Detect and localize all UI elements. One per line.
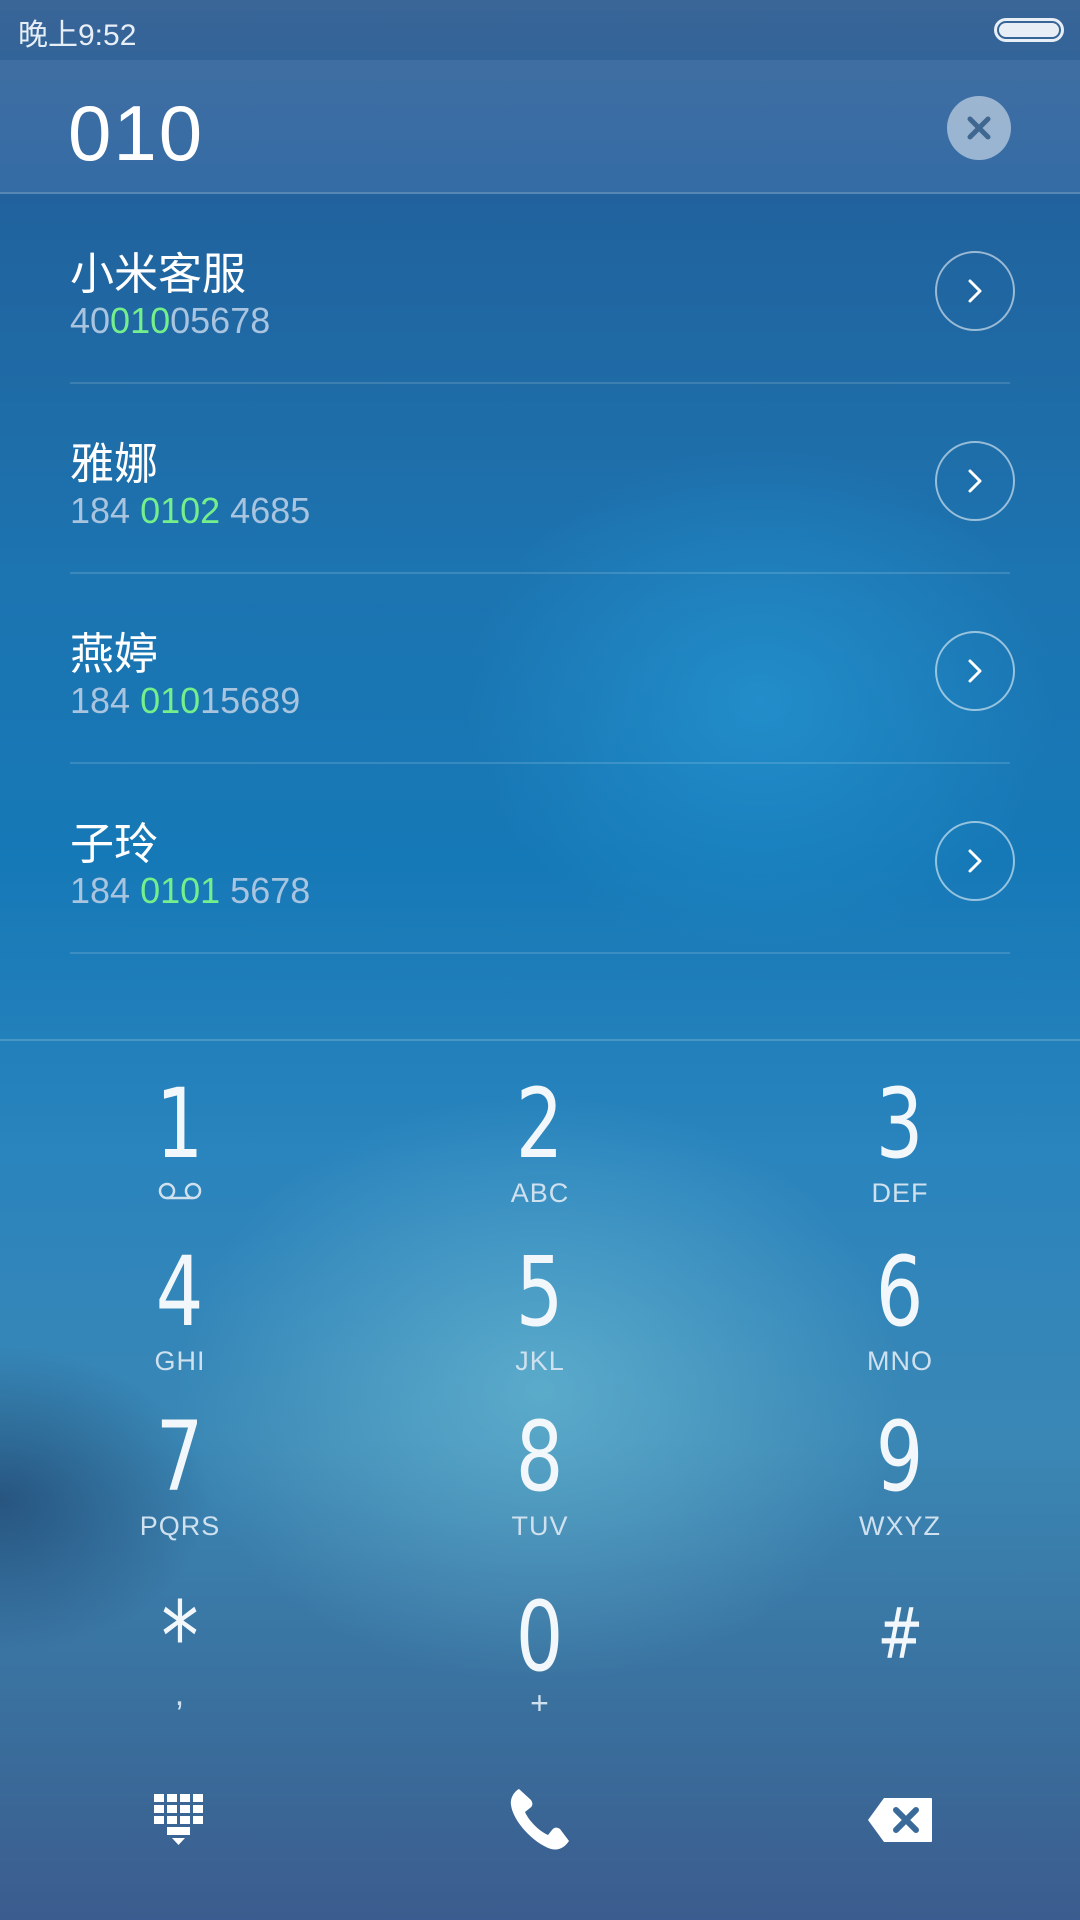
- key-letters: ABC: [510, 1178, 570, 1208]
- chevron-right-icon: [968, 659, 982, 683]
- key-1[interactable]: 1: [60, 1076, 300, 1236]
- key-digit: 6: [876, 1236, 924, 1348]
- key-6[interactable]: 6 MNO: [780, 1244, 1020, 1404]
- chevron-right-icon: [968, 279, 982, 303]
- key-hash[interactable]: #: [780, 1589, 1020, 1749]
- key-letters: WXYZ: [859, 1511, 941, 1541]
- contact-detail-button[interactable]: [935, 821, 1015, 901]
- backspace-button[interactable]: [840, 1760, 960, 1880]
- key-3[interactable]: 3 DEF: [780, 1076, 1020, 1236]
- contact-detail-button[interactable]: [935, 631, 1015, 711]
- key-digit: 1: [156, 1068, 204, 1180]
- status-bar: 晚上9:52: [0, 0, 1080, 60]
- number-prefix: 184: [70, 870, 141, 911]
- chevron-right-icon: [968, 469, 982, 493]
- key-digit: 4: [156, 1236, 204, 1348]
- keypad-divider: [0, 1039, 1080, 1041]
- contact-result[interactable]: 小米客服 4001005678: [0, 194, 1080, 384]
- voicemail-icon: [158, 1182, 202, 1200]
- key-7[interactable]: 7 PQRS: [60, 1409, 300, 1569]
- number-suffix: 05678: [170, 300, 271, 341]
- number-prefix: 184: [70, 490, 141, 531]
- toggle-dialpad-button[interactable]: [120, 1760, 240, 1880]
- number-match: 0101: [140, 870, 221, 911]
- key-0[interactable]: 0 +: [420, 1589, 660, 1749]
- contact-name: 子玲: [70, 820, 158, 869]
- chevron-right-icon: [968, 849, 982, 873]
- key-9[interactable]: 9 WXYZ: [780, 1409, 1020, 1569]
- key-8[interactable]: 8 TUV: [420, 1409, 660, 1569]
- number-match: 010: [110, 300, 171, 341]
- battery-level: [999, 23, 1059, 37]
- dialer-action-bar: [0, 1760, 1080, 1880]
- key-5[interactable]: 5 JKL: [420, 1244, 660, 1404]
- clear-number-button[interactable]: [947, 96, 1011, 160]
- key-digit: 9: [876, 1401, 924, 1513]
- key-star[interactable]: * ,: [60, 1589, 300, 1749]
- key-letters: MNO: [867, 1346, 933, 1376]
- dialed-number[interactable]: 010: [68, 88, 204, 179]
- key-letters: JKL: [515, 1346, 565, 1376]
- contact-name: 燕婷: [70, 630, 158, 679]
- number-suffix: 15689: [200, 680, 301, 721]
- key-digit: *: [161, 1581, 199, 1693]
- divider: [70, 952, 1010, 954]
- matching-contacts-list: 小米客服 4001005678 雅娜 184 0102 4685 燕婷 184 …: [0, 194, 1080, 954]
- contact-detail-button[interactable]: [935, 251, 1015, 331]
- key-digit: 2: [516, 1068, 564, 1180]
- contact-name: 小米客服: [70, 250, 246, 299]
- contact-number: 184 01015689: [70, 680, 300, 722]
- contact-result[interactable]: 雅娜 184 0102 4685: [0, 384, 1080, 574]
- key-4[interactable]: 4 GHI: [60, 1244, 300, 1404]
- battery-icon: [994, 18, 1064, 42]
- dialpad-icon: [154, 1794, 203, 1845]
- key-letters: PQRS: [139, 1511, 221, 1541]
- key-digit: 0: [516, 1581, 564, 1693]
- number-suffix: 4685: [220, 490, 311, 531]
- contact-number: 184 0101 5678: [70, 870, 310, 912]
- contact-number: 184 0102 4685: [70, 490, 310, 532]
- key-letters: DEF: [871, 1178, 929, 1208]
- contact-detail-button[interactable]: [935, 441, 1015, 521]
- contact-result[interactable]: 子玲 184 0101 5678: [0, 764, 1080, 954]
- number-suffix: 5678: [220, 870, 311, 911]
- key-letters: GHI: [154, 1346, 206, 1376]
- phone-icon: [510, 1789, 569, 1850]
- call-button[interactable]: [480, 1760, 600, 1880]
- contact-name: 雅娜: [70, 440, 158, 489]
- number-prefix: 184: [70, 680, 141, 721]
- number-prefix: 40: [70, 300, 111, 341]
- contact-result[interactable]: 燕婷 184 01015689: [0, 574, 1080, 764]
- backspace-icon: [868, 1798, 932, 1842]
- number-match: 010: [140, 680, 201, 721]
- status-time: 晚上9:52: [18, 19, 137, 52]
- contact-number: 4001005678: [70, 300, 270, 342]
- key-digit: 8: [516, 1401, 564, 1513]
- key-digit: 5: [516, 1236, 564, 1348]
- key-digit: #: [877, 1593, 923, 1675]
- key-2[interactable]: 2 ABC: [420, 1076, 660, 1236]
- close-icon: [967, 116, 991, 140]
- key-letters: TUV: [511, 1511, 569, 1541]
- key-digit: 3: [876, 1068, 924, 1180]
- dialer-header: 010: [0, 60, 1080, 194]
- number-match: 0102: [140, 490, 221, 531]
- key-digit: 7: [156, 1401, 204, 1513]
